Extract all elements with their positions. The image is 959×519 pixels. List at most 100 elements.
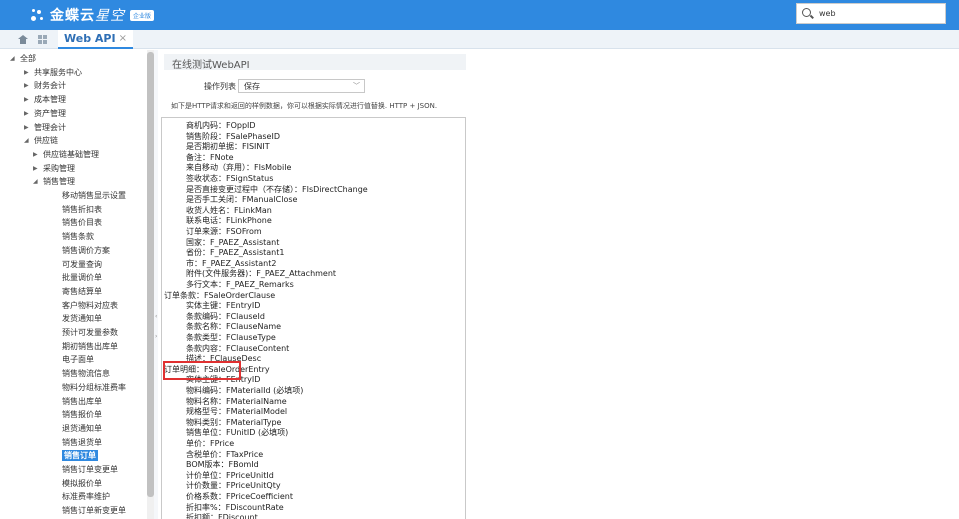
code-line: 物料编码：FMaterialId (必填项) <box>186 386 304 395</box>
code-line: 签收状态：FSignStatus <box>186 174 274 183</box>
sidebar-tree-item[interactable]: 退货通知单 <box>62 423 102 434</box>
expand-arrow-icon[interactable]: ▶ <box>24 122 29 133</box>
sidebar-tree-item[interactable]: 财务会计 <box>34 80 66 91</box>
code-line: 条款内容：FClauseContent <box>186 343 290 353</box>
sidebar-tree-item[interactable]: 销售订单 <box>62 450 98 462</box>
expand-arrow-icon[interactable]: ▶ <box>24 94 29 105</box>
collapse-arrow-icon[interactable]: ◢ <box>33 176 38 187</box>
code-line: 条款编码：FClauseId <box>186 311 265 321</box>
code-line: 销售阶段：FSalePhaseID <box>186 131 280 141</box>
sidebar-tree-item[interactable]: 销售订单新变更单 <box>62 505 126 516</box>
sample-data-textarea[interactable]: 商机内码：FOppID 销售阶段：FSalePhaseID 是否期初单据：FISIN… <box>161 117 466 519</box>
code-line: 订单条款：FSaleOrderClause <box>164 290 276 300</box>
expand-arrow-icon[interactable]: ▶ <box>24 80 29 91</box>
sidebar-tree-item[interactable]: 全部 <box>20 53 36 64</box>
collapse-arrow-icon[interactable]: ◢ <box>10 53 15 64</box>
code-line: 条款类型：FClauseType <box>186 333 276 342</box>
code-line: 销售单位：FUnitID (必填项) <box>186 428 289 438</box>
close-icon[interactable]: × <box>119 33 127 44</box>
sidebar-tree-item[interactable]: 物料分组标准费率 <box>62 382 126 393</box>
collapse-left-icon[interactable]: ‹ <box>155 313 157 320</box>
sidebar-tree-item[interactable]: 销售出库单 <box>62 396 102 407</box>
sidebar-tree-item[interactable]: 批量调价单 <box>62 272 102 283</box>
code-line: 附件(文件服务器)：F_PAEZ_Attachment <box>186 269 337 279</box>
sidebar-tree-item[interactable]: 发货通知单 <box>62 313 102 324</box>
tab-web-api[interactable]: Web API × <box>58 30 133 49</box>
top-bar: 金蝶云星空 企业版 web <box>0 0 959 30</box>
page-title: 在线测试WebAPI <box>172 60 250 71</box>
sidebar-tree-item[interactable]: 可发量查询 <box>62 259 102 270</box>
expand-right-icon[interactable]: › <box>155 333 157 340</box>
search-value: web <box>819 9 836 18</box>
code-line: 收货人姓名：FLinkMan <box>186 205 272 215</box>
sidebar-scrollbar-thumb[interactable] <box>147 52 154 497</box>
expand-arrow-icon[interactable]: ▶ <box>33 163 38 174</box>
code-line: 订单来源：FSOFrom <box>186 227 262 236</box>
sidebar-tree-item[interactable]: 供应链 <box>34 135 58 146</box>
search-input[interactable]: web <box>796 3 946 24</box>
code-line: 计价单位：FPriceUnitId <box>186 470 274 480</box>
code-line: 规格型号：FMaterialModel <box>186 407 288 417</box>
expand-arrow-icon[interactable]: ▶ <box>33 149 38 160</box>
code-line: 是否直接变更过程中（不存储）：FIsDirectChange <box>186 184 368 194</box>
search-icon[interactable] <box>802 8 811 17</box>
sidebar-tree-item[interactable]: 寄售结算单 <box>62 286 102 297</box>
apps-grid-icon[interactable] <box>38 35 47 44</box>
code-line: 是否期初单据：FISINIT <box>186 142 270 152</box>
panel-splitter[interactable] <box>154 50 158 519</box>
sidebar-tree-item[interactable]: 客户物料对应表 <box>62 300 118 311</box>
panel-header: 在线测试WebAPI <box>164 54 466 71</box>
code-line: 国家：F_PAEZ_Assistant <box>186 237 280 247</box>
sidebar-tree-item[interactable]: 模拟报价单 <box>62 478 102 489</box>
sidebar-tree-item[interactable]: 销售管理 <box>43 176 75 187</box>
code-line: 来自移动（弃用）：FIsMobile <box>186 163 292 173</box>
edition-badge: 企业版 <box>130 9 155 21</box>
sidebar-tree-item[interactable]: 共享服务中心 <box>34 67 82 78</box>
logo-icon <box>30 7 46 23</box>
sidebar-tree-item[interactable]: 管理会计 <box>34 122 66 133</box>
sidebar-tree: ◢ 全部 ▶ 共享服务中心 ▶ 财务会计 ▶ 成本管理 ▶ 资产管理 ▶ 管理会计 ◢ 供应链 ▶ 供应链基础… <box>0 50 158 519</box>
expand-arrow-icon[interactable]: ▶ <box>24 108 29 119</box>
code-line: 联系电话：FLinkPhone <box>186 216 272 226</box>
sidebar-tree-item[interactable]: 销售折扣表 <box>62 204 102 215</box>
code-line: 物料名称：FMaterialName <box>186 396 287 406</box>
code-line: 物料类别：FMaterialType <box>186 417 282 427</box>
sidebar-tree-item[interactable]: 成本管理 <box>34 94 66 105</box>
highlight-annotation <box>163 361 241 380</box>
sample-hint: 如下是HTTP请求和返回的样例数据，你可以根据实际情况进行值替换. HTTP +… <box>171 102 438 110</box>
tab-label: Web API <box>64 32 116 45</box>
sidebar-tree-item[interactable]: 标准费率维护 <box>62 491 110 502</box>
sidebar-tree-item[interactable]: 销售报价单 <box>62 409 102 420</box>
sidebar-tree-item[interactable]: 销售价目表 <box>62 217 102 228</box>
sidebar-tree-item[interactable]: 资产管理 <box>34 108 66 119</box>
code-line: 备注：FNote <box>186 152 234 162</box>
code-line: 是否手工关闭：FManualClose <box>186 195 298 205</box>
sidebar-tree-item[interactable]: 销售调价方案 <box>62 245 110 256</box>
sidebar-tree-item[interactable]: 销售退货单 <box>62 437 102 448</box>
sidebar-tree-item[interactable]: 销售订单变更单 <box>62 464 118 475</box>
code-line: 折扣率%：FDiscountRate <box>186 502 284 512</box>
code-line: 价格系数：FPriceCoefficient <box>186 492 294 501</box>
sidebar-tree-item[interactable]: 采购管理 <box>43 163 75 174</box>
sidebar-tree-item[interactable]: 销售条款 <box>62 231 94 242</box>
code-line: 市：F_PAEZ_Assistant2 <box>186 258 277 268</box>
operation-list-label: 操作列表 <box>204 82 236 91</box>
sidebar-tree-item[interactable]: 电子面单 <box>62 354 94 365</box>
sidebar-tree-item[interactable]: 期初销售出库单 <box>62 341 118 352</box>
expand-arrow-icon[interactable]: ▶ <box>24 67 29 78</box>
home-icon[interactable] <box>18 35 28 44</box>
sidebar-tree-item[interactable]: 预计可发量参数 <box>62 327 118 338</box>
code-line: 折扣额：FDiscount <box>186 513 258 519</box>
sidebar-tree-item[interactable]: 销售物流信息 <box>62 368 110 379</box>
code-line: 省份：F_PAEZ_Assistant1 <box>186 248 285 258</box>
code-line: 计价数量：FPriceUnitQty <box>186 481 281 491</box>
collapse-arrow-icon[interactable]: ◢ <box>24 135 29 146</box>
operation-select-value: 保存 <box>244 82 260 91</box>
sidebar-tree-item[interactable]: 移动销售显示设置 <box>62 190 126 201</box>
sidebar-tree-item[interactable]: 供应链基础管理 <box>43 149 99 160</box>
code-line: 多行文本：F_PAEZ_Remarks <box>186 280 294 289</box>
brand-logo[interactable]: 金蝶云星空 企业版 <box>30 5 155 25</box>
code-line: 含税单价：FTaxPrice <box>186 449 264 459</box>
code-line: 实体主键：FEntryID <box>186 301 261 311</box>
operation-select[interactable]: 保存 ﹀ <box>238 79 365 93</box>
